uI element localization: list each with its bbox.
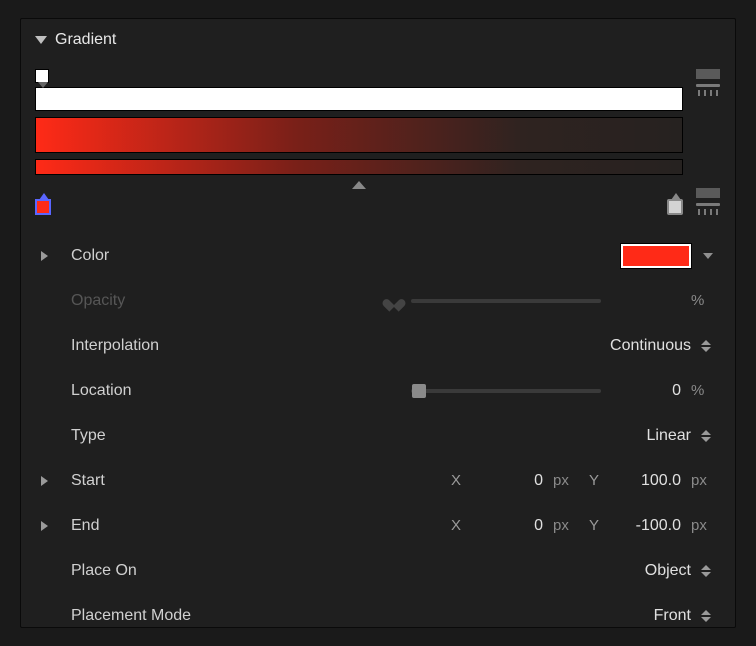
location-row: Location 0 % [41, 368, 715, 413]
opacity-row: Opacity % [41, 278, 715, 323]
distribute-color-stops-button[interactable] [695, 188, 721, 215]
place-on-row: Place On Object [41, 548, 715, 593]
type-popup-stepper[interactable] [701, 427, 715, 445]
end-y-value[interactable]: -100.0 [611, 517, 681, 535]
gradient-parameters: Color Opacity % Interpolation Continuous [35, 233, 721, 638]
opacity-stop-handle[interactable] [35, 69, 49, 83]
heart-icon [387, 294, 401, 308]
type-row: Type Linear [41, 413, 715, 458]
color-well[interactable] [621, 244, 691, 268]
chevron-down-icon [703, 253, 713, 259]
end-y-unit: px [691, 517, 715, 534]
type-value[interactable]: Linear [647, 427, 691, 445]
start-y-value[interactable]: 100.0 [611, 472, 681, 490]
color-label: Color [71, 247, 241, 265]
placement-mode-row: Placement Mode Front [41, 593, 715, 638]
slider-thumb[interactable] [412, 384, 426, 398]
placement-mode-value[interactable]: Front [654, 607, 691, 625]
type-label: Type [71, 427, 241, 445]
location-slider[interactable] [411, 389, 601, 393]
location-unit: % [691, 382, 715, 399]
color-row: Color [41, 233, 715, 278]
interpolation-value[interactable]: Continuous [610, 337, 691, 355]
interpolation-popup-stepper[interactable] [701, 337, 715, 355]
place-on-value[interactable]: Object [645, 562, 691, 580]
gradient-editor [35, 69, 721, 215]
interpolation-label: Interpolation [71, 337, 241, 355]
gradient-section-header[interactable]: Gradient [35, 31, 721, 49]
start-y-unit: px [691, 472, 715, 489]
disclosure-triangle-right-icon[interactable] [41, 521, 48, 531]
end-row: End X 0 px Y -100.0 px [41, 503, 715, 548]
end-x-unit: px [553, 517, 577, 534]
end-x-value[interactable]: 0 [473, 517, 543, 535]
location-value[interactable]: 0 [611, 382, 681, 400]
start-label: Start [71, 472, 241, 490]
color-stop-handle-end[interactable] [667, 199, 683, 215]
opacity-label: Opacity [71, 292, 241, 310]
placement-mode-popup-stepper[interactable] [701, 607, 715, 625]
end-x-axis-label: X [449, 517, 463, 534]
gradient-panel: Gradient [20, 18, 736, 628]
opacity-unit: % [691, 292, 715, 309]
midpoint-marker-icon[interactable] [352, 181, 366, 189]
combined-gradient-bar[interactable] [35, 117, 683, 153]
interpolation-row: Interpolation Continuous [41, 323, 715, 368]
start-x-unit: px [553, 472, 577, 489]
disclosure-triangle-right-icon[interactable] [41, 476, 48, 486]
distribute-opacity-stops-button[interactable] [695, 69, 721, 96]
end-label: End [71, 517, 241, 535]
opacity-slider [411, 299, 601, 303]
start-y-axis-label: Y [587, 472, 601, 489]
placement-mode-label: Placement Mode [71, 607, 241, 625]
start-x-axis-label: X [449, 472, 463, 489]
color-popup-button[interactable] [701, 249, 715, 263]
place-on-label: Place On [71, 562, 241, 580]
opacity-gradient-bar[interactable] [35, 87, 683, 111]
color-gradient-bar[interactable] [35, 159, 683, 175]
disclosure-triangle-right-icon[interactable] [41, 251, 48, 261]
disclosure-triangle-down-icon[interactable] [35, 36, 47, 44]
end-y-axis-label: Y [587, 517, 601, 534]
section-title: Gradient [55, 31, 116, 49]
place-on-popup-stepper[interactable] [701, 562, 715, 580]
location-label: Location [71, 382, 241, 400]
color-stop-handle-start[interactable] [35, 199, 51, 215]
start-row: Start X 0 px Y 100.0 px [41, 458, 715, 503]
start-x-value[interactable]: 0 [473, 472, 543, 490]
